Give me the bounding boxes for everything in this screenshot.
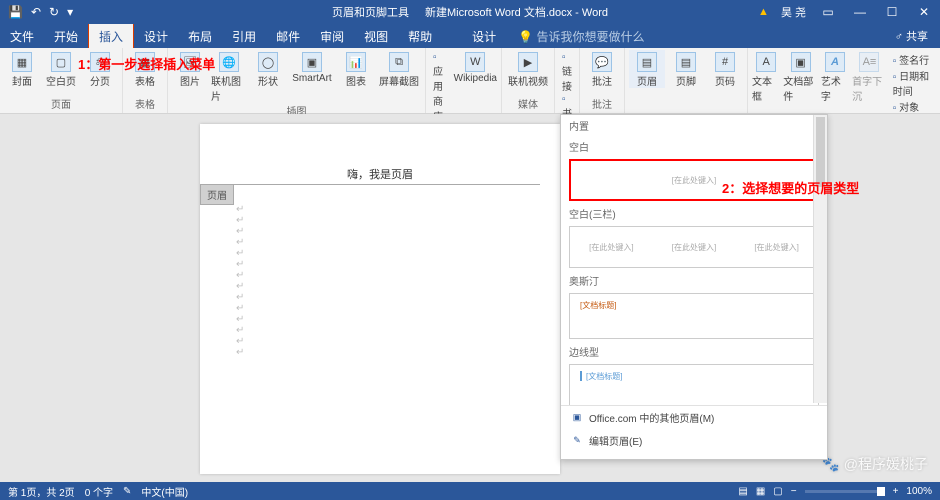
tab-home[interactable]: 开始: [44, 24, 88, 49]
view-read-icon[interactable]: ▤: [738, 486, 747, 497]
remove-icon: ✖: [571, 458, 583, 461]
ribbon-options-icon[interactable]: ▭: [818, 5, 838, 19]
status-language[interactable]: 中文(中国): [141, 484, 188, 499]
group-addins: 应用商店 我的加载项 WWikipedia 加载项: [426, 48, 502, 113]
gallery-menu: ▣Office.com 中的其他页眉(M) ✎编辑页眉(E) ✖删除页眉(R) …: [561, 405, 827, 460]
chart-button[interactable]: 📊图表: [338, 50, 374, 88]
document-area: 嗨，我是页眉 页眉 ↵ ↵ ↵ ↵ ↵ ↵ ↵ ↵ ↵ ↵ ↵ ↵ ↵ ↵ 内置…: [0, 114, 940, 482]
shapes-button[interactable]: ◯形状: [250, 50, 286, 88]
paragraph-mark: ↵: [200, 204, 560, 215]
watermark: 🐾@程序媛桃子: [822, 454, 928, 474]
tab-mailings[interactable]: 邮件: [266, 24, 310, 49]
tab-help[interactable]: 帮助: [398, 24, 442, 49]
tab-review[interactable]: 审阅: [310, 24, 354, 49]
gallery-scrollbar[interactable]: [813, 115, 827, 403]
tell-me-search[interactable]: 告诉我你想要做什么: [518, 28, 644, 45]
contextual-tab-title: 页眉和页脚工具: [332, 4, 409, 20]
ribbon: 1：第一步选择插入菜单 ▦封面 ▢空白页 ⎌分页 页面 ▦表格 表格 🖼图片 🌐…: [0, 48, 940, 114]
undo-icon[interactable]: ↶: [31, 5, 41, 19]
tab-view[interactable]: 视图: [354, 24, 398, 49]
edit-header[interactable]: ✎编辑页眉(E): [561, 429, 827, 452]
redo-icon[interactable]: ↻: [49, 5, 59, 19]
date-time-button[interactable]: 日期和时间: [893, 68, 937, 98]
annotation-step2: 2：选择想要的页眉类型: [722, 178, 859, 197]
tab-insert[interactable]: 插入: [88, 23, 134, 50]
comment-button[interactable]: 💬批注: [584, 50, 620, 88]
blank-page-button[interactable]: ▢空白页: [43, 50, 79, 88]
tab-file[interactable]: 文件: [0, 24, 44, 49]
quick-access-toolbar: 💾 ↶ ↻ ▾: [0, 5, 81, 19]
view-web-icon[interactable]: ▢: [773, 486, 782, 497]
tab-layout[interactable]: 布局: [178, 24, 222, 49]
wordart-button[interactable]: A艺术字: [821, 50, 849, 103]
warning-icon[interactable]: ▲: [758, 6, 769, 18]
gallery-section-builtin: 内置: [561, 115, 827, 136]
header-button[interactable]: ▤页眉: [629, 50, 665, 88]
tab-context-design[interactable]: 设计: [462, 24, 506, 49]
document-page[interactable]: 嗨，我是页眉 页眉 ↵ ↵ ↵ ↵ ↵ ↵ ↵ ↵ ↵ ↵ ↵ ↵ ↵ ↵: [200, 124, 560, 474]
status-spell-icon[interactable]: ✎: [123, 486, 131, 497]
page-header-text[interactable]: 嗨，我是页眉: [220, 166, 540, 185]
header-tag: 页眉: [200, 184, 234, 205]
edit-icon: ✎: [571, 435, 583, 447]
maximize-button[interactable]: ☐: [882, 5, 902, 19]
group-comments: 💬批注 批注: [580, 48, 625, 113]
group-header-footer: ▤页眉 ▤页脚 #页码: [625, 48, 748, 113]
view-print-icon[interactable]: ▦: [756, 486, 765, 497]
store-button[interactable]: 应用商店: [433, 52, 448, 123]
user-name: 昊 尧: [781, 4, 806, 20]
document-title: 新建Microsoft Word 文档.docx - Word: [425, 4, 608, 20]
close-button[interactable]: ✕: [914, 5, 934, 19]
online-video-button[interactable]: ▶联机视频: [506, 50, 550, 88]
group-label-pages: 页面: [51, 96, 71, 111]
drop-cap-button: A≡首字下沉: [852, 50, 887, 103]
tab-references[interactable]: 引用: [222, 24, 266, 49]
gallery-section-sideline: 边线型: [561, 341, 827, 362]
group-label-comments: 批注: [592, 96, 612, 111]
footer-button[interactable]: ▤页脚: [668, 50, 704, 88]
hyperlink-button[interactable]: 链接: [562, 52, 572, 93]
tab-design[interactable]: 设计: [134, 24, 178, 49]
zoom-level[interactable]: 100%: [906, 486, 932, 497]
minimize-button[interactable]: —: [850, 5, 870, 19]
cover-page-button[interactable]: ▦封面: [4, 50, 40, 88]
gallery-section-blank3: 空白(三栏): [561, 203, 827, 224]
gallery-item-sideline[interactable]: [文档标题]: [569, 364, 819, 405]
smartart-button[interactable]: ▣SmartArt: [289, 50, 335, 84]
group-label-tables: 表格: [135, 96, 155, 111]
group-links: 链接 书签 交叉引用 链接: [555, 48, 580, 113]
gallery-item-blank3[interactable]: [在此处键入][在此处键入][在此处键入]: [569, 226, 819, 268]
annotation-step1: 1：第一步选择插入菜单: [78, 54, 215, 73]
share-button[interactable]: ♂ 共享: [895, 28, 928, 44]
header-gallery-dropdown: 内置 空白 [在此处键入] 空白(三栏) [在此处键入][在此处键入][在此处键…: [560, 114, 828, 460]
qat-menu-icon[interactable]: ▾: [67, 5, 73, 19]
gallery-section-blank: 空白: [561, 136, 827, 157]
screenshot-button[interactable]: ⧉屏幕截图: [377, 50, 421, 88]
group-text: A文本框 ▣文档部件 A艺术字 A≡首字下沉 签名行 日期和时间 对象: [748, 48, 940, 113]
title-bar: 💾 ↶ ↻ ▾ 页眉和页脚工具 新建Microsoft Word 文档.docx…: [0, 0, 940, 24]
status-bar: 第 1页，共 2页 0 个字 ✎ 中文(中国) ▤ ▦ ▢ − + 100%: [0, 482, 940, 500]
online-pictures-button[interactable]: 🌐联机图片: [211, 50, 247, 103]
group-label-media: 媒体: [518, 96, 538, 111]
save-icon[interactable]: 💾: [8, 5, 23, 19]
quick-parts-button[interactable]: ▣文档部件: [783, 50, 818, 103]
page-number-button[interactable]: #页码: [707, 50, 743, 88]
zoom-out-button[interactable]: −: [791, 486, 797, 497]
object-button[interactable]: 对象: [893, 99, 937, 114]
zoom-in-button[interactable]: +: [893, 486, 899, 497]
group-media: ▶联机视频 媒体: [502, 48, 555, 113]
gallery-item-austin[interactable]: [文档标题]: [569, 293, 819, 339]
more-headers-office[interactable]: ▣Office.com 中的其他页眉(M): [561, 406, 827, 429]
gallery-section-austin: 奥斯汀: [561, 270, 827, 291]
zoom-slider[interactable]: [805, 490, 885, 493]
textbox-button[interactable]: A文本框: [752, 50, 780, 103]
ribbon-tabs: 文件 开始 插入 设计 布局 引用 邮件 审阅 视图 帮助 设计 告诉我你想要做…: [0, 24, 940, 48]
remove-header[interactable]: ✖删除页眉(R): [561, 452, 827, 460]
signature-line-button[interactable]: 签名行: [893, 52, 937, 67]
status-page[interactable]: 第 1页，共 2页: [8, 484, 75, 499]
wikipedia-button[interactable]: WWikipedia: [454, 50, 497, 84]
status-word-count[interactable]: 0 个字: [85, 484, 113, 499]
office-icon: ▣: [571, 412, 583, 424]
